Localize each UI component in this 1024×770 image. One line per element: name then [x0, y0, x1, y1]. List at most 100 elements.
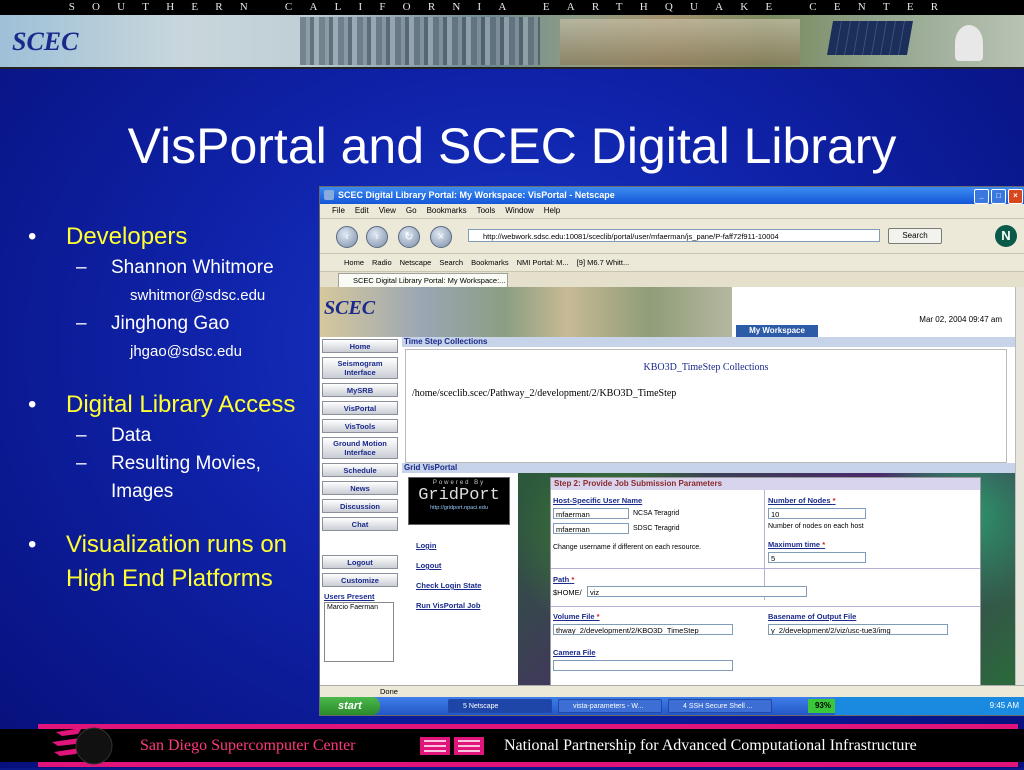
task-netscape[interactable]: 5 Netscape: [448, 699, 552, 713]
progress-percent: 93%: [808, 699, 838, 713]
browser-window: SCEC Digital Library Portal: My Workspac…: [319, 186, 1024, 716]
toolbar-radio[interactable]: Radio: [372, 254, 392, 271]
menu-help[interactable]: Help: [544, 204, 560, 218]
portal-page: SCEC Mar 02, 2004 09:47 am My Workspace …: [320, 287, 1016, 685]
basename-input[interactable]: y_2/development/2/viz/usc-tue3/img_: [768, 624, 948, 635]
nav-home[interactable]: Home: [322, 339, 398, 353]
user-ncsa-input[interactable]: mfaerman: [553, 508, 629, 519]
menu-bookmarks[interactable]: Bookmarks: [427, 204, 467, 218]
back-icon[interactable]: ‹: [336, 226, 358, 248]
scec-logo: SCEC: [12, 23, 108, 61]
max-time-input[interactable]: 5: [768, 552, 866, 563]
footer-bottom-rule: [38, 762, 1018, 767]
host-user-label: Host-Specific User Name: [553, 496, 643, 505]
banner-strip: SOUTHERN CALIFORNIA EARTHQUAKE CENTER: [0, 0, 1024, 15]
minimize-button[interactable]: _: [974, 189, 989, 204]
nav-ground-motion[interactable]: Ground Motion Interface: [322, 437, 398, 459]
banner-text: SOUTHERN CALIFORNIA EARTHQUAKE CENTER: [68, 1, 956, 13]
maximize-button[interactable]: □: [991, 189, 1006, 204]
toolbar-search[interactable]: Search: [439, 254, 463, 271]
volume-file-label: Volume File *: [553, 612, 600, 621]
navigation-toolbar: ‹ › ↻ × http://webwork.sdsc.edu:10081/sc…: [320, 219, 1024, 254]
bullet-visualization: Visualization runs on High End Platforms: [28, 528, 318, 596]
toolbar-whitt[interactable]: [9] M6.7 Whitt...: [577, 254, 630, 271]
nodes-input[interactable]: 10: [768, 508, 866, 519]
page-scrollbar[interactable]: [1015, 287, 1024, 685]
portal-header: SCEC Mar 02, 2004 09:47 am My Workspace: [320, 287, 1016, 337]
city-skyline-image: [300, 17, 540, 65]
toolbar-nmi-portal[interactable]: NMI Portal: M...: [517, 254, 569, 271]
camera-file-input[interactable]: [553, 660, 733, 671]
gridport-logo: Powered By GridPort http://gridport.npac…: [408, 477, 510, 525]
nav-chat[interactable]: Chat: [322, 517, 398, 531]
path-prefix: $HOME/: [553, 588, 582, 597]
nav-discussion[interactable]: Discussion: [322, 499, 398, 513]
user-sdsc-input[interactable]: mfaerman: [553, 523, 629, 534]
menu-edit[interactable]: Edit: [355, 204, 369, 218]
tray-clock: 9:45 AM: [989, 701, 1019, 710]
nav-seismogram[interactable]: Seismogram Interface: [322, 357, 398, 379]
menu-view[interactable]: View: [379, 204, 396, 218]
portal-date: Mar 02, 2004 09:47 am: [919, 315, 1002, 324]
netscape-logo-icon: N: [995, 225, 1017, 247]
menu-file[interactable]: File: [332, 204, 345, 218]
browser-tab[interactable]: SCEC Digital Library Portal: My Workspac…: [338, 273, 508, 287]
start-button[interactable]: start: [320, 697, 380, 715]
window-title: SCEC Digital Library Portal: My Workspac…: [338, 190, 615, 200]
menu-tools[interactable]: Tools: [477, 204, 496, 218]
sub-bullet-dev2: Jinghong Gao: [28, 310, 318, 338]
customize-button[interactable]: Customize: [322, 573, 398, 587]
users-present-list[interactable]: Marcio Faerman: [324, 602, 394, 662]
field-crew-image: [560, 19, 800, 65]
gridport-url: http://gridport.npaci.edu: [430, 505, 488, 511]
nodes-label: Number of Nodes *: [768, 496, 836, 505]
basename-label: Basename of Output File: [768, 612, 857, 621]
task-ssh[interactable]: 4 SSH Secure Shell ...: [668, 699, 772, 713]
portal-sidebar: Home Seismogram Interface MySRB VisPorta…: [320, 337, 402, 685]
menu-window[interactable]: Window: [505, 204, 533, 218]
gps-station-image: [955, 25, 983, 61]
portal-logo: SCEC: [324, 297, 376, 319]
search-button[interactable]: Search: [888, 228, 942, 244]
path-label: Path *: [553, 575, 575, 584]
grid-visportal-header: Grid VisPortal: [402, 463, 1016, 473]
toolbar-netscape[interactable]: Netscape: [400, 254, 432, 271]
close-button[interactable]: ×: [1008, 189, 1023, 204]
reload-icon[interactable]: ↻: [398, 226, 420, 248]
nav-mysrb[interactable]: MySRB: [322, 383, 398, 397]
status-bar: Done: [320, 685, 1024, 697]
host-ncsa-label: NCSA Teragrid: [633, 510, 680, 517]
bullet-developers: Developers: [28, 220, 318, 254]
system-tray: 9:45 AM: [835, 697, 1024, 715]
path-input[interactable]: viz: [587, 586, 807, 597]
task-vista-parameters[interactable]: vista-parameters - W...: [558, 699, 662, 713]
nav-news[interactable]: News: [322, 481, 398, 495]
dev1-email: swhitmor@sdsc.edu: [130, 287, 266, 304]
menu-go[interactable]: Go: [406, 204, 417, 218]
window-titlebar: SCEC Digital Library Portal: My Workspac…: [320, 187, 1024, 204]
logout-button[interactable]: Logout: [322, 555, 398, 569]
forward-icon[interactable]: ›: [366, 226, 388, 248]
bullet-list: Developers Shannon Whitmore swhitmor@sds…: [28, 220, 318, 596]
url-input[interactable]: http://webwork.sdsc.edu:10081/sceclib/po…: [468, 229, 880, 242]
header-banner: SCEC: [0, 15, 1024, 69]
nav-schedule[interactable]: Schedule: [322, 463, 398, 477]
link-check-login-state[interactable]: Check Login State: [416, 581, 481, 590]
link-run-visportal-job[interactable]: Run VisPortal Job: [416, 601, 480, 610]
job-submission-form: Step 2: Provide Job Submission Parameter…: [550, 477, 981, 685]
max-time-label: Maximum time *: [768, 540, 826, 549]
stop-icon[interactable]: ×: [430, 226, 452, 248]
time-step-path: /home/sceclib.scec/Pathway_2/development…: [412, 388, 677, 399]
personal-toolbar: Home Radio Netscape Search Bookmarks NMI…: [320, 254, 1024, 272]
nav-visportal[interactable]: VisPortal: [322, 401, 398, 415]
toolbar-bookmarks[interactable]: Bookmarks: [471, 254, 509, 271]
link-login[interactable]: Login: [416, 541, 436, 550]
link-logout[interactable]: Logout: [416, 561, 441, 570]
time-step-title: KBO3D_TimeStep Collections: [643, 362, 769, 373]
time-step-panel: Time Step Collections KBO3D_TimeStep Col…: [402, 337, 1016, 463]
menu-bar: File Edit View Go Bookmarks Tools Window…: [320, 204, 1024, 219]
tab-my-workspace[interactable]: My Workspace: [736, 325, 818, 337]
toolbar-home[interactable]: Home: [344, 254, 364, 271]
nav-vistools[interactable]: VisTools: [322, 419, 398, 433]
volume-file-input[interactable]: thway_2/development/2/KBO3D_TimeStep: [553, 624, 733, 635]
